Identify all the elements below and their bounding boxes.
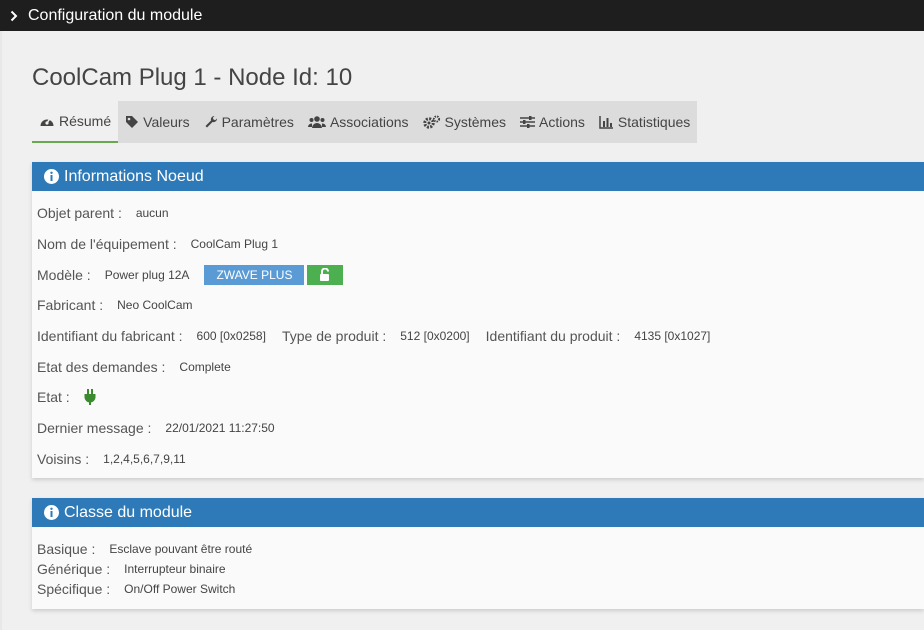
product-id-value: 4135 [0x1027] [634, 329, 711, 344]
node-info-rows: Objet parent : aucun Nom de l'équipement… [32, 191, 924, 474]
manufacturer-id-label: Identifiant du fabricant : [37, 328, 183, 345]
tab-systemes[interactable]: Systèmes [416, 101, 513, 143]
page-title: CoolCam Plug 1 - Node Id: 10 [32, 64, 353, 91]
ids-row: Identifiant du fabricant : 600 [0x0258] … [32, 321, 924, 352]
device-name-row: Nom de l'équipement : CoolCam Plug 1 [32, 229, 924, 260]
info-circle-icon [44, 505, 59, 520]
state-row: Etat : [32, 382, 924, 413]
parent-object-value: aucun [135, 206, 169, 221]
tab-label: Statistiques [617, 114, 691, 130]
neighbors-row: Voisins : 1,2,4,5,6,7,9,11 [32, 444, 924, 475]
tab-resume[interactable]: Résumé [32, 101, 119, 143]
generic-class-label: Générique : [37, 561, 111, 577]
generic-class-value: Interrupteur binaire [124, 562, 226, 576]
query-stage-value: Complete [179, 359, 231, 374]
panel-title: Informations Noeud [64, 167, 204, 185]
tab-label: Résumé [59, 113, 112, 129]
node-info-header: Informations Noeud [32, 162, 924, 191]
tab-label: Valeurs [143, 114, 190, 130]
device-name-label: Nom de l'équipement : [37, 236, 177, 253]
model-label: Modèle : [37, 266, 91, 283]
product-type-value: 512 [0x0200] [400, 329, 470, 344]
chevron-right-icon [10, 9, 20, 23]
manufacturer-value: Neo CoolCam [117, 298, 193, 313]
tab-label: Systèmes [444, 114, 506, 130]
basic-class-row: Basique : Esclave pouvant être routé [32, 539, 924, 559]
panel-title: Classe du module [64, 503, 193, 521]
basic-class-value: Esclave pouvant être routé [109, 542, 253, 556]
specific-class-row: Spécifique : On/Off Power Switch [32, 579, 924, 599]
plug-icon [84, 389, 96, 406]
cogs-icon [422, 115, 440, 129]
tab-parametres[interactable]: Paramètres [197, 101, 301, 143]
dashboard-icon [40, 118, 54, 126]
tag-icon [126, 116, 139, 128]
model-value: Power plug 12A [104, 267, 190, 282]
wrench-icon [205, 115, 217, 128]
tab-label: Associations [329, 114, 409, 130]
users-icon [307, 116, 326, 128]
module-class-header: Classe du module [32, 498, 924, 527]
sliders-icon [520, 116, 535, 128]
manufacturer-label: Fabricant : [37, 297, 104, 314]
last-message-row: Dernier message : 22/01/2021 11:27:50 [32, 413, 924, 444]
manufacturer-row: Fabricant : Neo CoolCam [32, 290, 924, 321]
tab-bar: Résumé Valeurs Paramètres Associations S… [32, 101, 698, 143]
bar-chart-icon [599, 116, 613, 129]
specific-class-label: Spécifique : [37, 581, 111, 597]
topbar-title: Configuration du module [28, 6, 203, 24]
neighbors-label: Voisins : [37, 450, 90, 467]
node-info-panel: Informations Noeud Objet parent : aucun … [32, 162, 924, 478]
last-message-value: 22/01/2021 11:27:50 [165, 421, 275, 436]
parent-object-label: Objet parent : [37, 205, 122, 222]
info-circle-icon [44, 169, 59, 184]
module-config-topbar[interactable]: Configuration du module [0, 0, 924, 31]
tab-label: Paramètres [221, 114, 294, 130]
parent-object-row: Objet parent : aucun [32, 198, 924, 229]
tab-associations[interactable]: Associations [301, 101, 416, 143]
zwave-plus-badge: ZWAVE PLUS [204, 264, 305, 285]
last-message-label: Dernier message : [37, 420, 152, 437]
neighbors-value: 1,2,4,5,6,7,9,11 [103, 451, 186, 466]
module-class-rows: Basique : Esclave pouvant être routé Gén… [32, 527, 924, 599]
query-stage-row: Etat des demandes : Complete [32, 351, 924, 382]
manufacturer-id-value: 600 [0x0258] [196, 329, 266, 344]
module-class-panel: Classe du module Basique : Esclave pouva… [32, 498, 924, 609]
product-type-label: Type de produit : [281, 328, 387, 345]
state-label: Etat : [37, 389, 70, 406]
tab-valeurs[interactable]: Valeurs [118, 101, 196, 143]
product-id-label: Identifiant du produit : [485, 328, 621, 345]
device-name-value: CoolCam Plug 1 [190, 237, 279, 252]
basic-class-label: Basique : [37, 541, 96, 557]
module-config-page: CoolCam Plug 1 - Node Id: 10 Résumé Vale… [2, 31, 924, 630]
tab-label: Actions [539, 114, 585, 130]
generic-class-row: Générique : Interrupteur binaire [32, 559, 924, 579]
unlock-icon [320, 268, 330, 282]
tab-actions[interactable]: Actions [513, 101, 592, 143]
tab-statistiques[interactable]: Statistiques [592, 101, 697, 143]
model-row: Modèle : Power plug 12A ZWAVE PLUS [32, 259, 924, 290]
query-stage-label: Etat des demandes : [37, 358, 166, 375]
security-unlock-button[interactable] [307, 264, 344, 285]
specific-class-value: On/Off Power Switch [124, 582, 236, 596]
